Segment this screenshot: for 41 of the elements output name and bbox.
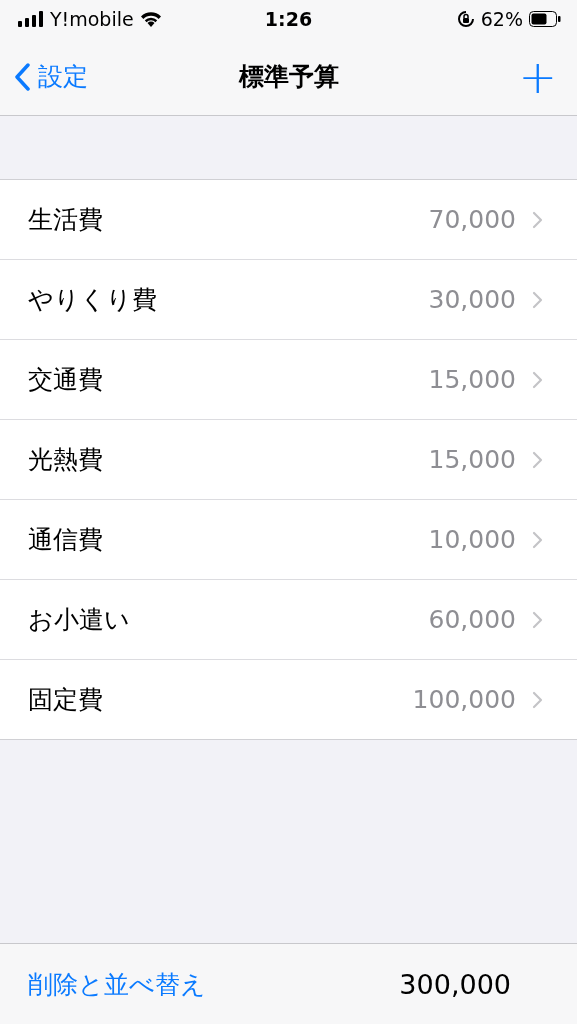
- amount-value: 70,000: [428, 205, 516, 234]
- wifi-icon: [139, 11, 162, 27]
- amount-value: 30,000: [428, 285, 516, 314]
- status-time: 1:26: [264, 8, 313, 30]
- amount-value: 15,000: [428, 365, 516, 394]
- carrier-name: Y!mobile: [50, 8, 134, 30]
- battery-icon: [529, 11, 561, 27]
- budget-row[interactable]: 光熱費 15,000: [0, 420, 577, 500]
- category-label: やりくり費: [28, 284, 158, 316]
- category-label: お小遣い: [28, 604, 131, 636]
- chevron-icon: [532, 530, 543, 549]
- budget-row[interactable]: 通信費 10,000: [0, 500, 577, 580]
- chevron-icon: [532, 210, 543, 229]
- delete-reorder-button[interactable]: 削除と並べ替え: [28, 967, 206, 1001]
- nav-title: 標準予算: [238, 61, 339, 93]
- chevron-icon: [532, 450, 543, 469]
- battery-percent: 62%: [480, 8, 523, 30]
- chevron-icon: [532, 370, 543, 389]
- budget-row[interactable]: 生活費 70,000: [0, 180, 577, 260]
- budget-row[interactable]: 固定費 100,000: [0, 660, 577, 739]
- amount-value: 10,000: [428, 525, 516, 554]
- amount-value: 100,000: [412, 685, 516, 714]
- budget-row[interactable]: お小遣い 60,000: [0, 580, 577, 660]
- amount-value: 60,000: [428, 605, 516, 634]
- add-button[interactable]: +: [512, 53, 563, 100]
- amount-value: 15,000: [428, 445, 516, 474]
- category-label: 光熱費: [28, 444, 104, 476]
- category-label: 生活費: [28, 204, 104, 236]
- orientation-lock-icon: [456, 10, 475, 28]
- chevron-icon: [532, 290, 543, 309]
- chevron-icon: [532, 610, 543, 629]
- category-label: 通信費: [28, 524, 104, 556]
- total-amount: 300,000: [399, 968, 511, 1000]
- category-label: 固定費: [28, 684, 104, 716]
- budget-row[interactable]: やりくり費 30,000: [0, 260, 577, 340]
- signal-icon: [18, 11, 44, 27]
- budget-row[interactable]: 交通費 15,000: [0, 340, 577, 420]
- chevron-icon: [532, 690, 543, 709]
- back-chevron-icon: [14, 62, 30, 91]
- category-label: 交通費: [28, 364, 104, 396]
- back-button[interactable]: 設定: [14, 60, 88, 93]
